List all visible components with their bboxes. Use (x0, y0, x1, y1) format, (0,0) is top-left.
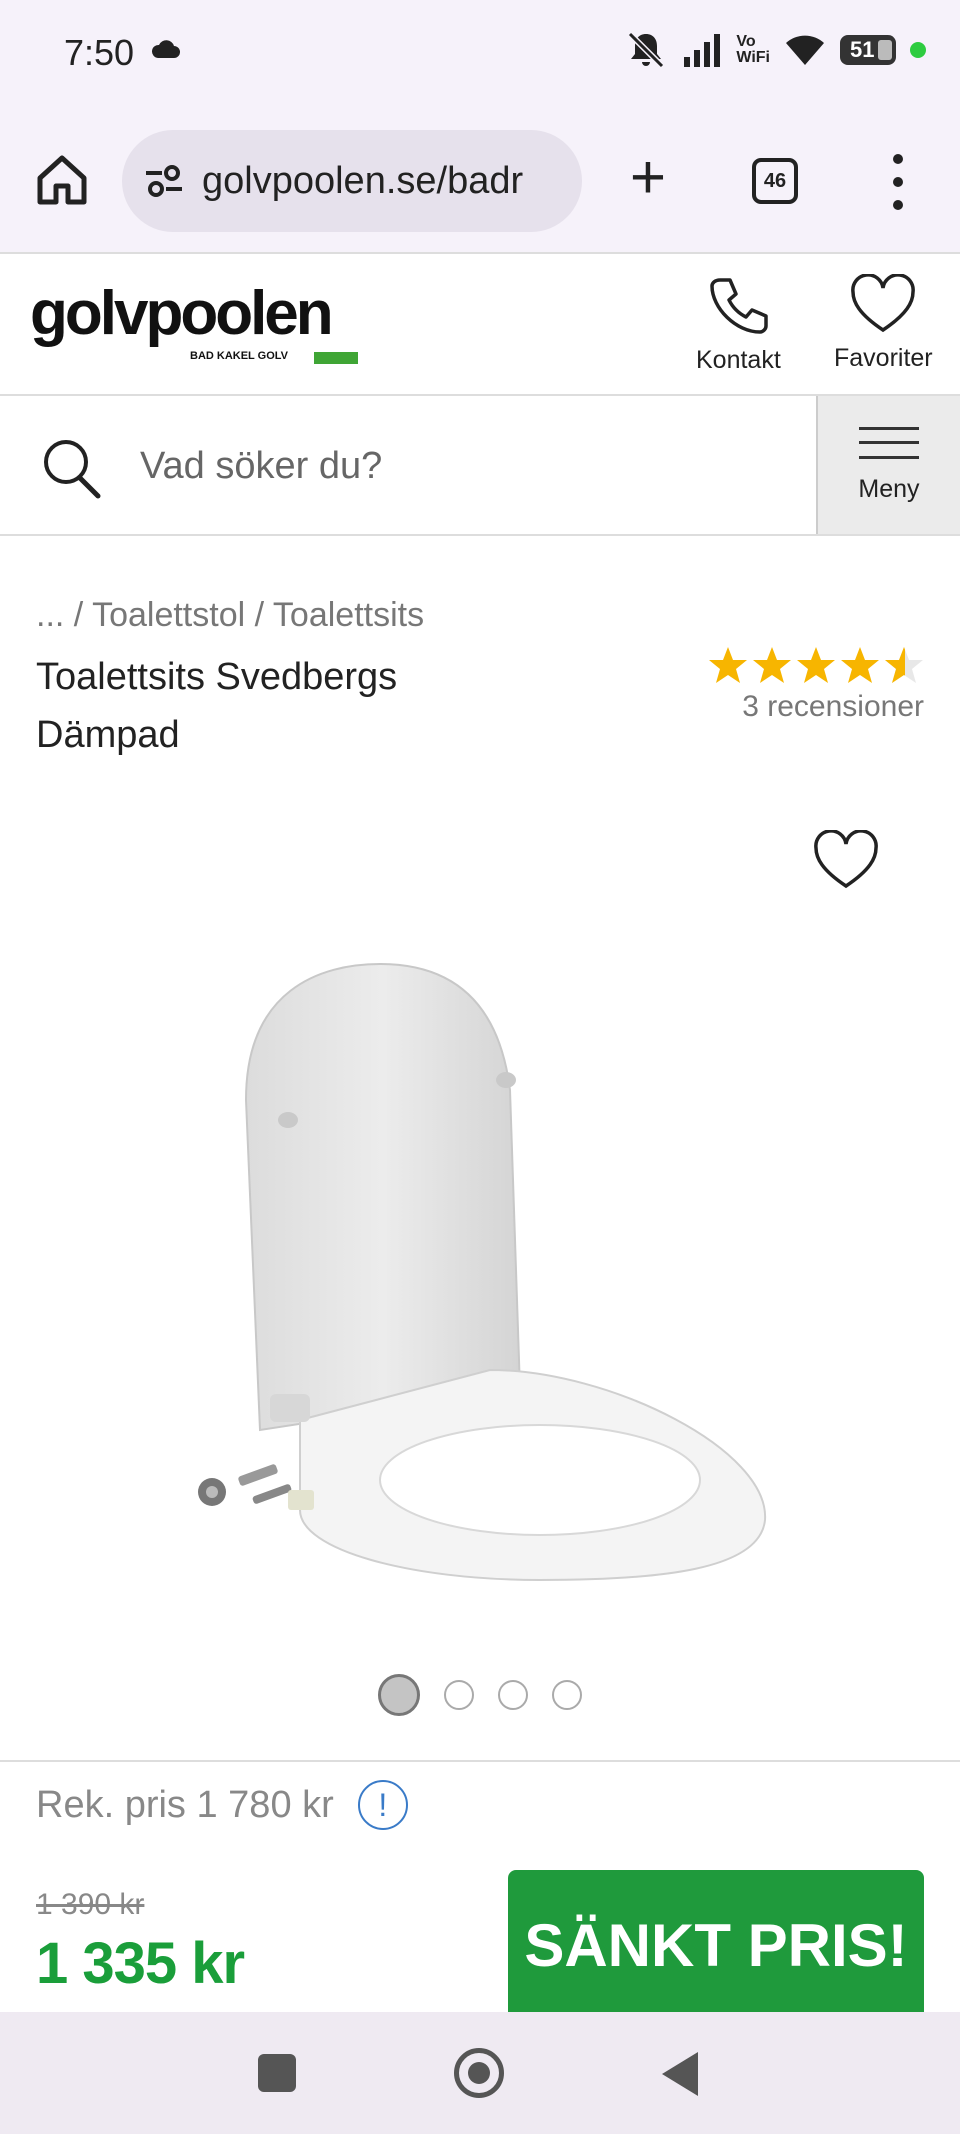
favorites-button[interactable]: Favoriter (834, 274, 933, 373)
breadcrumb-item[interactable]: Toalettsits (273, 596, 424, 634)
carousel-dot[interactable] (378, 1674, 420, 1716)
back-icon[interactable] (662, 2052, 698, 2096)
hamburger-icon (859, 426, 919, 459)
star-icon (753, 647, 791, 683)
url-text: golvpoolen.se/badr (202, 159, 524, 202)
info-icon[interactable]: ! (357, 1780, 408, 1830)
breadcrumb-item[interactable]: ... (36, 596, 64, 634)
breadcrumb-item[interactable]: Toalettstol (92, 596, 245, 634)
tab-switcher-button[interactable]: 46 (752, 158, 798, 204)
wifi-icon (786, 35, 824, 65)
new-tab-button[interactable]: + (622, 147, 674, 210)
address-bar[interactable]: golvpoolen.se/badr (122, 130, 582, 232)
carousel-dot[interactable] (498, 1680, 528, 1710)
price-drop-badge: SÄNKT PRIS! (508, 1870, 924, 2020)
contact-button[interactable]: Kontakt (696, 274, 781, 375)
search-bar: Meny (0, 396, 960, 536)
product-title: Toalettsits Svedbergs Dämpad (36, 656, 398, 756)
divider (0, 1760, 960, 1762)
star-icon (797, 647, 835, 683)
more-menu-icon[interactable] (884, 154, 912, 210)
product-image[interactable] (180, 950, 800, 1600)
browser-toolbar: golvpoolen.se/badr + 46 (0, 110, 960, 254)
image-carousel-dots (0, 1674, 960, 1716)
cloud-icon (151, 40, 180, 58)
phone-icon (710, 278, 769, 334)
search-icon[interactable] (40, 436, 104, 500)
carousel-dot[interactable] (552, 1680, 582, 1710)
product-rating[interactable]: 3 recensioner (708, 646, 924, 724)
current-price: 1 335 kr (36, 1931, 245, 1996)
recents-icon[interactable] (258, 2054, 296, 2092)
site-logo[interactable]: golvpoolen BAD KAKEL GOLV (30, 283, 358, 364)
site-header: golvpoolen BAD KAKEL GOLV Kontakt Favori… (0, 254, 960, 396)
recommended-price: Rek. pris 1 780 kr ! (36, 1780, 408, 1830)
signal-icon (684, 34, 721, 67)
half-star-icon (885, 647, 923, 683)
rating-stars (708, 646, 924, 684)
home-icon[interactable] (32, 150, 92, 210)
system-nav-bar (0, 2012, 960, 2134)
star-icon (709, 647, 747, 683)
privacy-dot (910, 42, 926, 58)
search-input[interactable] (140, 426, 780, 506)
add-to-favorites-heart-icon[interactable] (812, 830, 880, 892)
status-time: 7:50 (64, 32, 135, 73)
review-count[interactable]: 3 recensioner (708, 690, 924, 724)
home-nav-icon[interactable] (454, 2048, 504, 2098)
status-bar: 7:50 Vo WiFi 51 (0, 0, 960, 110)
silent-bell-icon (628, 31, 665, 69)
menu-button[interactable]: Meny (816, 396, 960, 534)
star-icon (841, 647, 879, 683)
site-settings-icon[interactable] (144, 164, 184, 198)
old-price: 1 390 kr (36, 1888, 145, 1921)
breadcrumb: ... / Toalettstol / Toalettsits (36, 596, 425, 634)
logo-green-bar (314, 352, 358, 364)
status-icons: Vo WiFi 51 (624, 30, 926, 70)
vowifi-label: Vo WiFi (736, 33, 770, 66)
battery-indicator: 51 (840, 35, 896, 65)
heart-icon (851, 274, 916, 333)
carousel-dot[interactable] (444, 1680, 474, 1710)
